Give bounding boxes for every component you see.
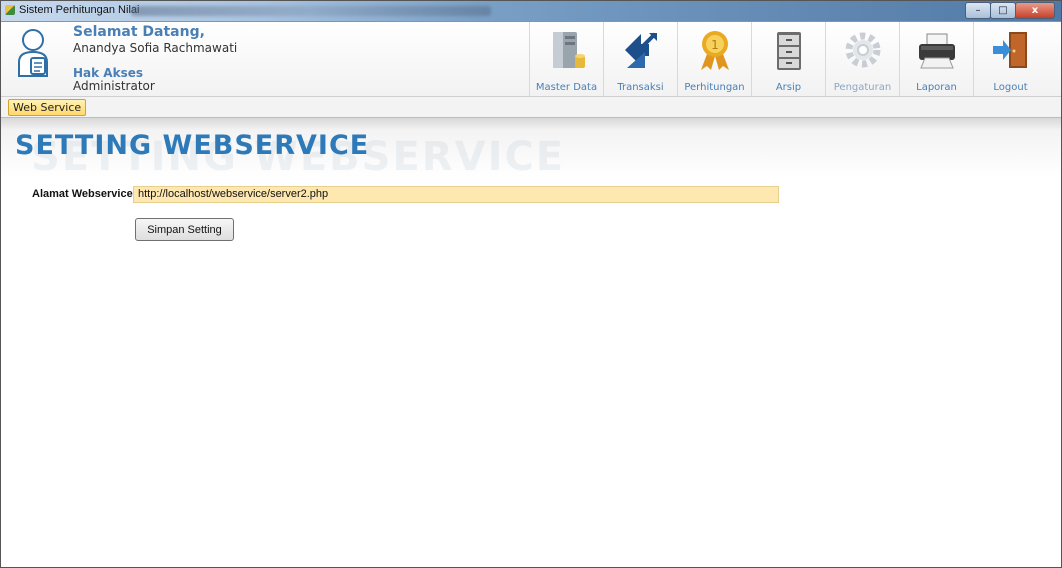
award-medal-icon: 1 <box>700 31 729 70</box>
app-icon <box>5 5 15 15</box>
toolbar-transaksi[interactable]: Transaksi <box>603 22 677 96</box>
close-button[interactable]: x <box>1015 2 1055 19</box>
toolbar-label: Arsip <box>775 82 802 93</box>
header: Selamat Datang, Anandya Sofia Rachmawati… <box>1 22 1061 97</box>
toolbar-label: Transaksi <box>617 82 664 93</box>
page-title: SETTING WEBSERVICE <box>15 130 370 161</box>
logout-door-icon <box>992 32 1027 68</box>
window-controls: – □ x <box>965 2 1055 19</box>
toolbar-label: Logout <box>993 82 1028 93</box>
access-label: Hak Akses <box>73 66 143 80</box>
minimize-button[interactable]: – <box>965 2 991 19</box>
toolbar-laporan[interactable]: Laporan <box>899 22 973 96</box>
toolbar-arsip[interactable]: Arsip <box>751 22 825 96</box>
user-profile-icon <box>18 29 48 77</box>
gear-icon <box>845 32 880 68</box>
database-server-icon <box>552 32 585 68</box>
webservice-address-label: Alamat Webservice <box>32 188 133 200</box>
app-window: Sistem Perhitungan Nilai – □ x Selamat D… <box>0 0 1062 568</box>
toolbar-pengaturan[interactable]: Pengaturan <box>825 22 899 96</box>
transaction-arrows-icon <box>624 32 657 68</box>
title-bar[interactable]: Sistem Perhitungan Nilai – □ x <box>1 1 1061 22</box>
tab-web-service[interactable]: Web Service <box>8 99 87 116</box>
maximize-button[interactable]: □ <box>990 2 1016 19</box>
main-toolbar: Master Data Transaksi 1 Perhitungan Arsi… <box>529 22 1047 96</box>
toolbar-master-data[interactable]: Master Data <box>529 22 603 96</box>
toolbar-label: Laporan <box>916 82 957 93</box>
toolbar-perhitungan[interactable]: 1 Perhitungan <box>677 22 751 96</box>
blurred-title-region <box>131 6 491 16</box>
save-setting-button[interactable]: Simpan Setting <box>135 218 234 241</box>
webservice-address-input[interactable] <box>133 186 779 203</box>
window-title: Sistem Perhitungan Nilai <box>19 4 140 16</box>
toolbar-logout[interactable]: Logout <box>973 22 1047 96</box>
svg-text:1: 1 <box>711 38 719 52</box>
main-content: SETTING WEBSERVICE SETTING WEBSERVICE Al… <box>1 118 1061 567</box>
access-value: Administrator <box>73 79 155 93</box>
user-name: Anandya Sofia Rachmawati <box>73 41 238 55</box>
filing-cabinet-icon <box>776 32 801 70</box>
toolbar-label: Master Data <box>535 82 598 93</box>
welcome-label: Selamat Datang, <box>73 24 205 40</box>
toolbar-label: Pengaturan <box>833 82 892 93</box>
tab-strip: Web Service <box>1 97 1061 118</box>
printer-icon <box>918 33 955 69</box>
toolbar-label: Perhitungan <box>684 82 745 93</box>
